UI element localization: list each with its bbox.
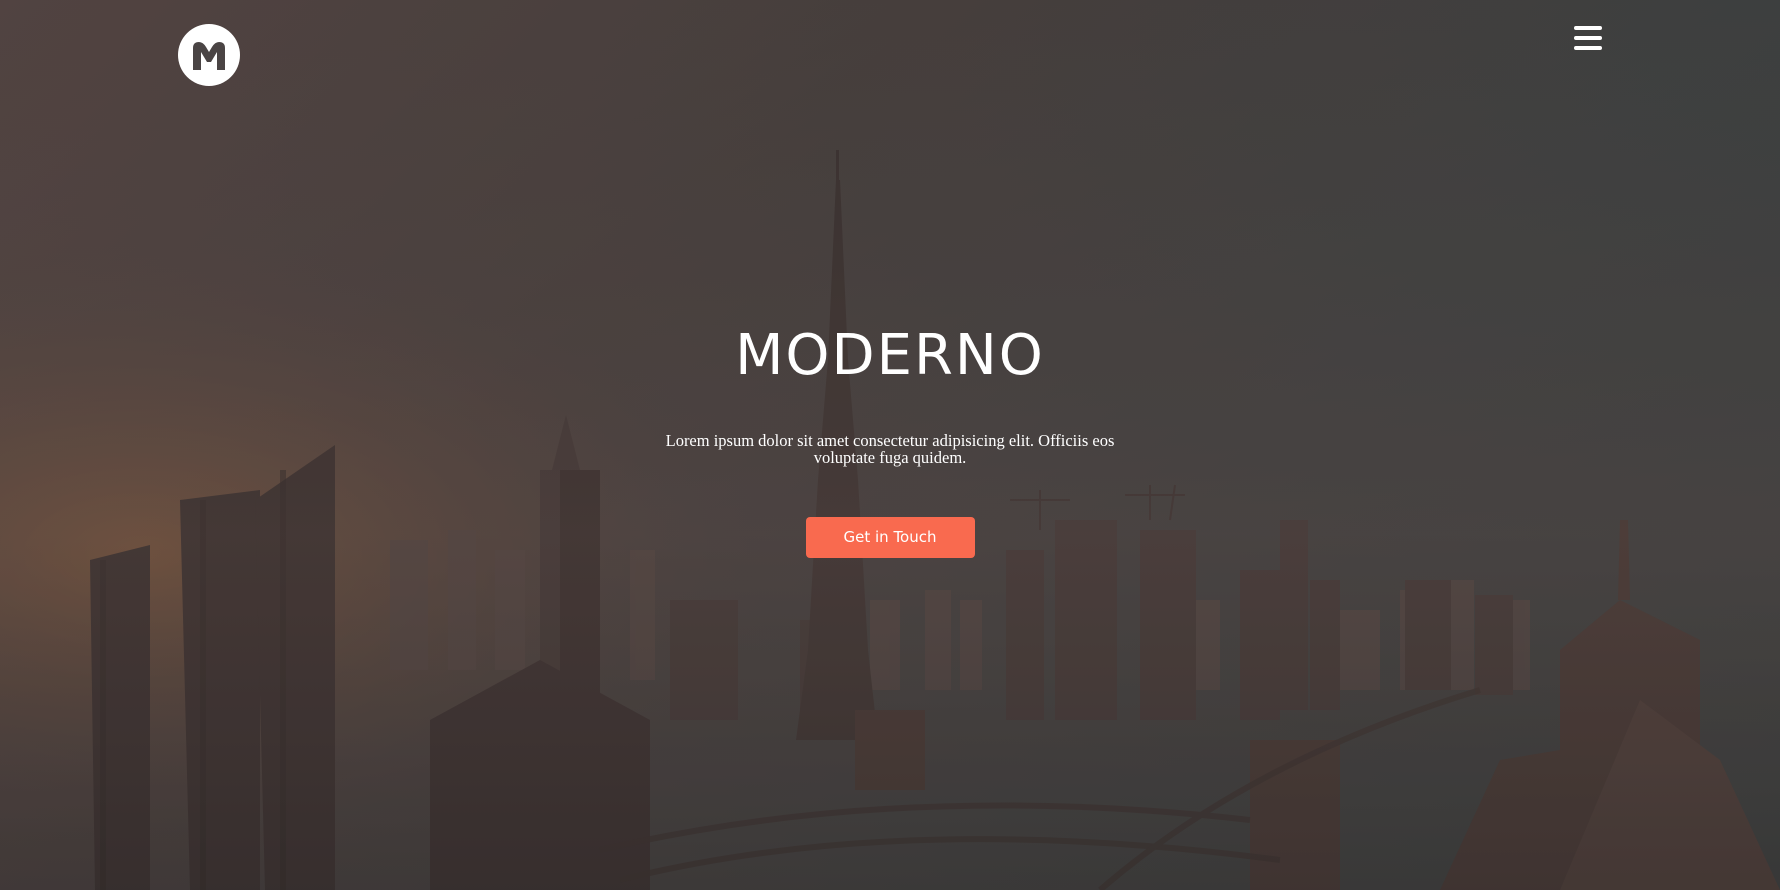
- menu-button[interactable]: [1574, 26, 1604, 52]
- get-in-touch-button[interactable]: Get in Touch: [805, 517, 975, 558]
- hamburger-menu-icon-line: [1574, 46, 1602, 50]
- logo-m-icon: [193, 42, 225, 70]
- brand-logo[interactable]: [178, 24, 240, 86]
- hero-section: MODERNO Lorem ipsum dolor sit amet conse…: [0, 0, 1780, 890]
- hamburger-menu-icon-line: [1574, 36, 1602, 40]
- hero-content: MODERNO Lorem ipsum dolor sit amet conse…: [0, 316, 1780, 558]
- hero-description: Lorem ipsum dolor sit amet consectetur a…: [665, 431, 1115, 467]
- hero-title: MODERNO: [735, 323, 1045, 388]
- hamburger-menu-icon: [1574, 26, 1602, 30]
